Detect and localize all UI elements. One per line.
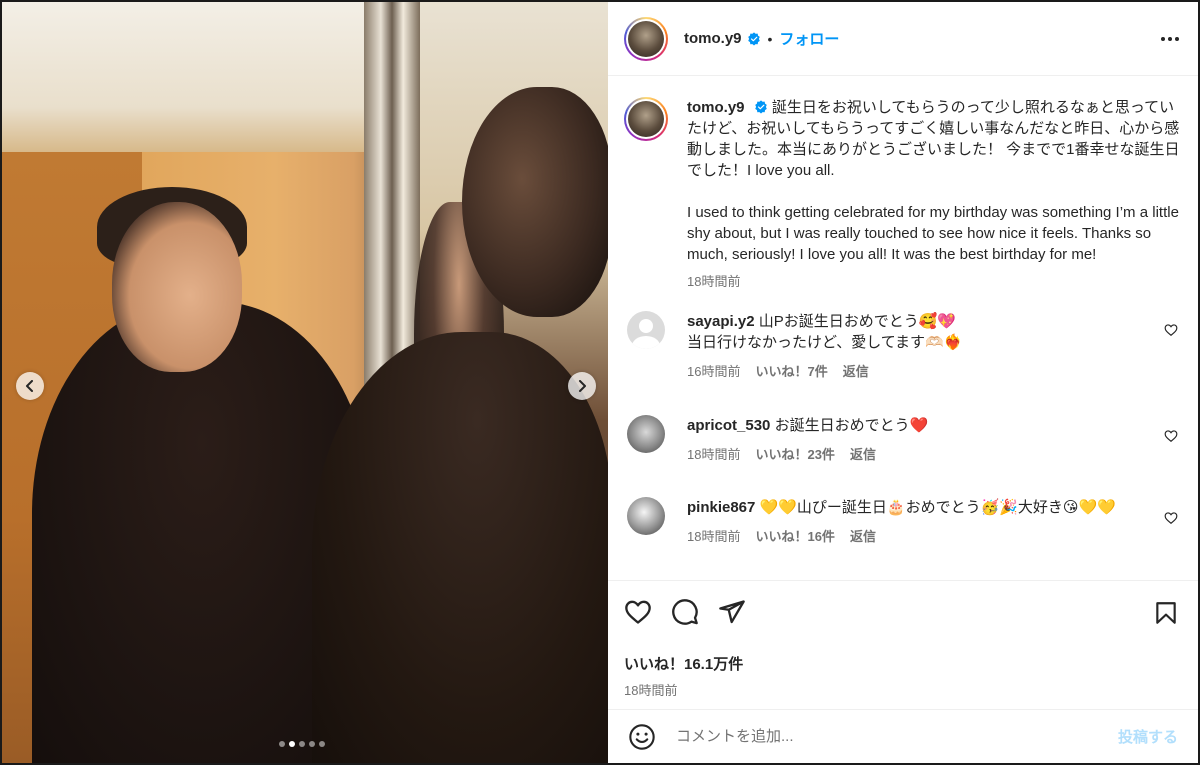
commenter-username[interactable]: pinkie867: [687, 499, 755, 516]
comment-body: pinkie867 💛💛山ぴー誕生日🎂おめでとう🥳🎉大好き😘💛💛 18時間前 い…: [687, 497, 1157, 545]
comment-likes[interactable]: いいね！7件: [755, 361, 827, 380]
carousel-dot: [309, 741, 315, 747]
photo-ceiling: [2, 2, 422, 152]
author-avatar[interactable]: [624, 16, 668, 61]
comment-likes[interactable]: いいね！23件: [755, 444, 834, 463]
chevron-right-icon: [579, 380, 586, 392]
add-comment-bar: 投稿する: [608, 709, 1198, 763]
post-header: tomo.y9 • フォロー: [608, 2, 1198, 76]
comment-meta: 18時間前 いいね！23件 返信: [687, 444, 1157, 463]
post-photo[interactable]: [2, 2, 608, 763]
comment-reply-button[interactable]: 返信: [843, 361, 869, 380]
comment-content: 山Pお誕生日おめでとう🥰💖: [758, 313, 957, 330]
post-timestamp[interactable]: 18時間前: [624, 680, 1182, 699]
carousel-indicator: [279, 741, 325, 747]
comments-section[interactable]: tomo.y9 誕生日をお祝いしてもらうのって少し照れるなぁと思っていたけど、お…: [608, 77, 1198, 579]
commenter-avatar[interactable]: [627, 311, 665, 349]
comment-body: sayapi.y2 山Pお誕生日おめでとう🥰💖 当日行けなかったけど、愛してます…: [687, 311, 1157, 380]
comment-like-heart-icon[interactable]: [1164, 511, 1178, 525]
author-username[interactable]: tomo.y9: [684, 30, 742, 47]
carousel-prev-button[interactable]: [16, 372, 44, 400]
carousel-next-button[interactable]: [568, 372, 596, 400]
comment-input[interactable]: [676, 728, 1118, 745]
carousel-dot: [319, 741, 325, 747]
more-options-icon: [1161, 37, 1179, 41]
save-icon[interactable]: [1153, 599, 1179, 627]
comment-meta: 18時間前 いいね！16件 返信: [687, 526, 1157, 545]
comment-like-heart-icon[interactable]: [1164, 323, 1178, 337]
carousel-dot-active: [289, 741, 295, 747]
heart-icon[interactable]: [624, 598, 652, 626]
likes-count[interactable]: いいね！16.1万件: [624, 653, 1182, 674]
comment-timestamp[interactable]: 18時間前: [687, 444, 740, 463]
caption-author-avatar-image: [628, 101, 664, 137]
comment-text: apricot_530 お誕生日おめでとう❤️: [687, 415, 1157, 436]
post-actions: いいね！16.1万件 18時間前: [608, 580, 1198, 709]
photo-foreground-head: [462, 87, 608, 317]
comment-meta: 16時間前 いいね！7件 返信: [687, 361, 1157, 380]
post-details-panel: tomo.y9 • フォロー tomo.y9 誕生日をお祝いしてもらうのって少し…: [608, 2, 1198, 763]
comment-likes[interactable]: いいね！16件: [755, 526, 834, 545]
comment-icon[interactable]: [671, 598, 699, 626]
commenter-username[interactable]: apricot_530: [687, 417, 770, 434]
caption-timestamp[interactable]: 18時間前: [687, 271, 1182, 290]
photo-figure-head: [112, 202, 242, 372]
verified-badge-icon: [754, 100, 767, 114]
carousel-dot: [279, 741, 285, 747]
author-avatar-image: [628, 20, 664, 57]
caption-text-english: I used to think getting celebrated for m…: [687, 204, 1179, 263]
caption-author-avatar[interactable]: [624, 97, 668, 141]
more-options-button[interactable]: [1158, 29, 1182, 49]
commenter-avatar[interactable]: [627, 497, 665, 535]
carousel-dot: [299, 741, 305, 747]
share-icon[interactable]: [718, 598, 746, 626]
comment-reply-button[interactable]: 返信: [850, 526, 876, 545]
instagram-post-modal: tomo.y9 • フォロー tomo.y9 誕生日をお祝いしてもらうのって少し…: [0, 0, 1200, 765]
commenter-username[interactable]: sayapi.y2: [687, 313, 755, 330]
action-bar: [624, 597, 1182, 627]
post-caption: tomo.y9 誕生日をお祝いしてもらうのって少し照れるなぁと思っていたけど、お…: [624, 97, 1182, 290]
comment-content-line2: 当日行けなかったけど、愛してます🫶🏻❤️‍🔥: [687, 334, 963, 351]
comment-item: sayapi.y2 山Pお誕生日おめでとう🥰💖 当日行けなかったけど、愛してます…: [624, 311, 1182, 380]
caption-text: tomo.y9 誕生日をお祝いしてもらうのって少し照れるなぁと思っていたけど、お…: [687, 97, 1182, 265]
caption-username[interactable]: tomo.y9: [687, 99, 745, 116]
caption-body: tomo.y9 誕生日をお祝いしてもらうのって少し照れるなぁと思っていたけど、お…: [687, 97, 1182, 290]
verified-badge-icon: [747, 31, 760, 45]
comment-body: apricot_530 お誕生日おめでとう❤️ 18時間前 いいね！23件 返信: [687, 415, 1157, 463]
comment-like-heart-icon[interactable]: [1164, 429, 1178, 443]
comment-reply-button[interactable]: 返信: [850, 444, 876, 463]
comment-content: お誕生日おめでとう❤️: [774, 417, 929, 434]
comment-timestamp[interactable]: 18時間前: [687, 526, 740, 545]
commenter-avatar[interactable]: [627, 415, 665, 453]
comment-text: pinkie867 💛💛山ぴー誕生日🎂おめでとう🥳🎉大好き😘💛💛: [687, 497, 1157, 518]
emoji-icon[interactable]: [628, 723, 656, 751]
chevron-left-icon: [26, 380, 33, 392]
header-separator: •: [767, 30, 773, 47]
comment-item: pinkie867 💛💛山ぴー誕生日🎂おめでとう🥳🎉大好き😘💛💛 18時間前 い…: [624, 497, 1182, 545]
comment-timestamp[interactable]: 16時間前: [687, 361, 740, 380]
post-comment-button[interactable]: 投稿する: [1118, 726, 1178, 747]
photo-foreground-figure: [312, 332, 608, 763]
comment-item: apricot_530 お誕生日おめでとう❤️ 18時間前 いいね！23件 返信: [624, 415, 1182, 463]
comment-content: 💛💛山ぴー誕生日🎂おめでとう🥳🎉大好き😘💛💛: [759, 499, 1116, 516]
comment-text: sayapi.y2 山Pお誕生日おめでとう🥰💖 当日行けなかったけど、愛してます…: [687, 311, 1157, 353]
follow-button[interactable]: フォロー: [779, 28, 839, 49]
